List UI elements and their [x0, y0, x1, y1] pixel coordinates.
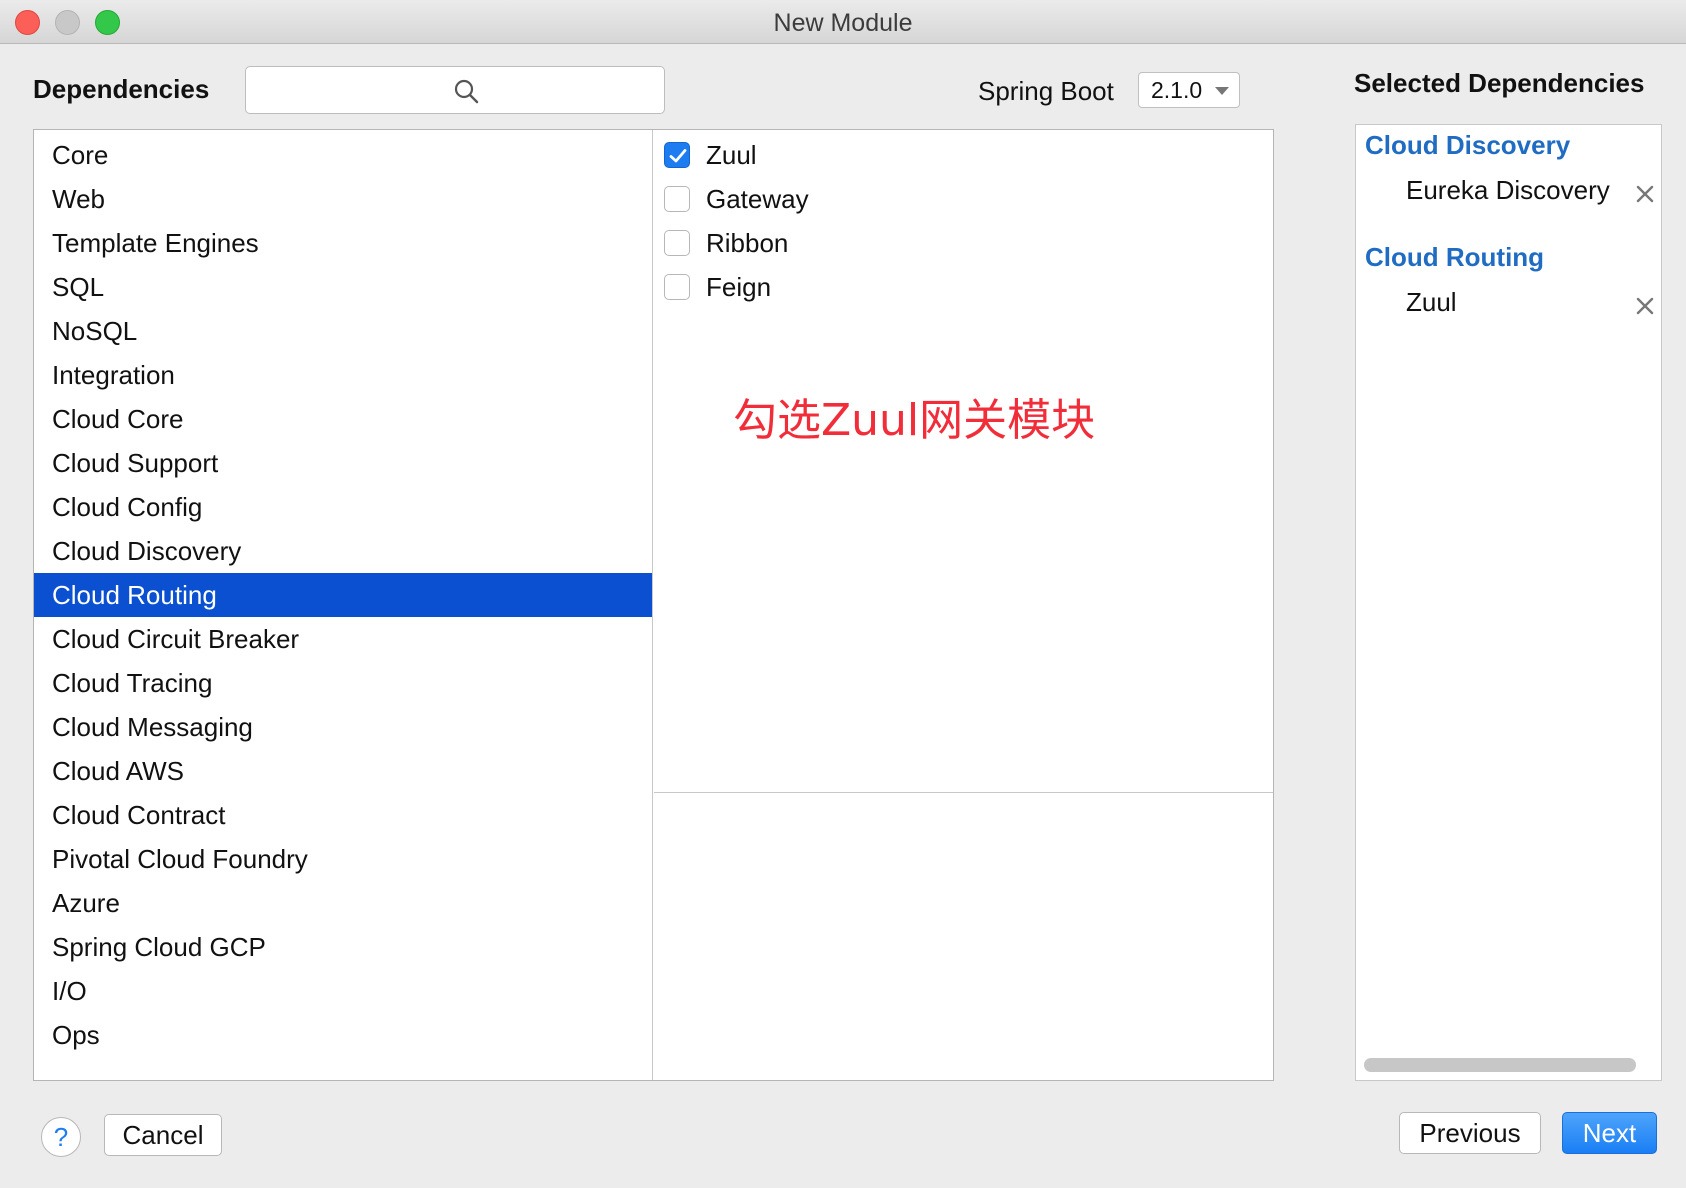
selected-dependency-item: Eureka Discovery: [1406, 175, 1610, 205]
category-item[interactable]: Cloud Circuit Breaker: [34, 617, 652, 661]
dependency-label: Feign: [706, 272, 772, 302]
help-button[interactable]: ?: [41, 1117, 81, 1157]
checkmark-icon: [669, 149, 687, 163]
category-item[interactable]: Pivotal Cloud Foundry: [34, 837, 652, 881]
category-item[interactable]: SQL: [34, 265, 652, 309]
title-bar: New Module: [0, 0, 1686, 44]
category-item[interactable]: Azure: [34, 881, 652, 925]
category-item[interactable]: Core: [34, 133, 652, 177]
next-button[interactable]: Next: [1562, 1112, 1657, 1154]
dependency-description: [654, 794, 1273, 1080]
selected-group-heading: Cloud Routing: [1365, 242, 1545, 272]
dependency-label: Gateway: [706, 184, 809, 214]
window-title: New Module: [773, 9, 913, 37]
category-item[interactable]: Web: [34, 177, 652, 221]
horizontal-scrollbar[interactable]: [1364, 1058, 1636, 1072]
checkbox-checked[interactable]: [664, 142, 690, 168]
dependency-browser: Core Web Template Engines SQL NoSQL Integrati…: [33, 129, 1274, 1081]
spring-boot-version-select[interactable]: 2.1.0: [1138, 72, 1240, 108]
category-item[interactable]: Cloud Routing: [34, 573, 652, 617]
selected-dependency-item: Zuul: [1406, 287, 1457, 317]
chevron-down-icon: [1215, 87, 1229, 95]
category-item[interactable]: I/O: [34, 969, 652, 1013]
category-item[interactable]: Cloud AWS: [34, 749, 652, 793]
category-item[interactable]: Template Engines: [34, 221, 652, 265]
category-item[interactable]: Cloud Tracing: [34, 661, 652, 705]
checkbox[interactable]: [664, 186, 690, 212]
remove-icon[interactable]: [1634, 183, 1656, 205]
dependency-label: Zuul: [706, 140, 757, 170]
search-icon: [454, 79, 479, 104]
checkbox[interactable]: [664, 230, 690, 256]
dependency-list: Zuul Gateway Ribbon Feign: [654, 130, 1273, 793]
search-input[interactable]: [245, 66, 665, 114]
spring-boot-label: Spring Boot: [978, 76, 1114, 106]
category-item[interactable]: Cloud Core: [34, 397, 652, 441]
cancel-button[interactable]: Cancel: [104, 1114, 222, 1156]
remove-icon[interactable]: [1634, 295, 1656, 317]
spring-boot-version-value: 2.1.0: [1151, 77, 1203, 103]
selected-dependencies-label: Selected Dependencies: [1354, 68, 1645, 98]
dependencies-label: Dependencies: [33, 74, 210, 104]
previous-button[interactable]: Previous: [1399, 1112, 1541, 1154]
dependency-label: Ribbon: [706, 228, 789, 258]
category-item[interactable]: Cloud Messaging: [34, 705, 652, 749]
category-item[interactable]: Cloud Discovery: [34, 529, 652, 573]
category-item[interactable]: NoSQL: [34, 309, 652, 353]
category-item[interactable]: Cloud Contract: [34, 793, 652, 837]
category-item[interactable]: Cloud Support: [34, 441, 652, 485]
category-item[interactable]: Ops: [34, 1013, 652, 1057]
selected-group-heading: Cloud Discovery: [1365, 130, 1571, 160]
category-list[interactable]: Core Web Template Engines SQL NoSQL Integrati…: [34, 130, 653, 1080]
annotation-text: 勾选Zuul网关模块: [733, 395, 1096, 446]
category-item[interactable]: Cloud Config: [34, 485, 652, 529]
selected-dependencies-panel: Cloud Discovery Eureka Discovery Cloud Rou…: [1355, 124, 1662, 1081]
checkbox[interactable]: [664, 274, 690, 300]
category-item[interactable]: Integration: [34, 353, 652, 397]
category-item[interactable]: Spring Cloud GCP: [34, 925, 652, 969]
